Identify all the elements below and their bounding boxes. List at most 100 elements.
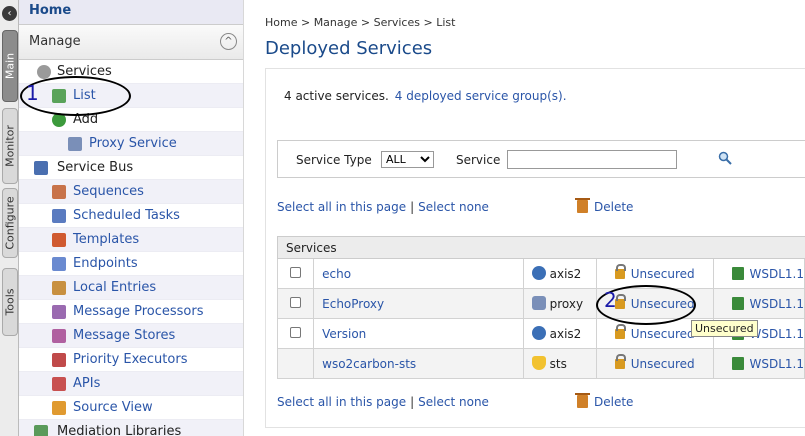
row-checkbox-cell (276, 288, 315, 319)
select-all-link[interactable]: Select all in this page (277, 200, 406, 214)
source-view-icon (52, 401, 66, 415)
sequences-icon (52, 185, 66, 199)
tab-configure[interactable]: Configure (2, 188, 18, 258)
service-type-cell: sts (522, 348, 597, 379)
vertical-tab-strip: ‹ Main Monitor Configure Tools (0, 0, 19, 436)
service-bus-icon (34, 161, 48, 175)
wsdl-link[interactable]: WSDL1.1 (712, 258, 805, 289)
wsdl-link[interactable]: WSDL1.1 (712, 288, 805, 319)
axis2-icon (531, 326, 546, 340)
menu-item-label: Endpoints (73, 256, 138, 271)
service-name-link[interactable]: EchoProxy (313, 288, 524, 319)
collapse-menu-button[interactable]: ‹ (2, 6, 17, 21)
menu-item-templates[interactable]: Templates (19, 228, 243, 252)
security-link[interactable]: Unsecured (595, 258, 714, 289)
filter-bar: Service Type ALL Service (277, 140, 805, 178)
main-content: Home > Manage > Services > List Deployed… (245, 0, 805, 436)
select-none-link[interactable]: Select none (418, 200, 489, 214)
tab-main[interactable]: Main (2, 30, 18, 102)
service-name-link[interactable]: Version (313, 318, 524, 349)
breadcrumb[interactable]: Home > Manage > Services > List (265, 16, 455, 29)
apis-icon (52, 377, 66, 391)
tab-main-label: Main (3, 52, 17, 80)
wsdl-label: WSDL1.1 (749, 356, 804, 371)
wsdl-label: WSDL1.1 (749, 266, 804, 281)
menu-item-message-stores[interactable]: Message Stores (19, 324, 243, 348)
service-label: Service (456, 153, 501, 167)
row-checkbox[interactable] (290, 326, 301, 338)
shield-icon (531, 356, 546, 370)
row-checkbox-cell (276, 318, 315, 349)
menu-item-endpoints[interactable]: Endpoints (19, 252, 243, 276)
service-search-input[interactable] (507, 150, 677, 169)
chevron-up-icon[interactable]: ^ (220, 33, 237, 50)
menu-item-label: Service Bus (57, 160, 134, 175)
menu-item-scheduled-tasks[interactable]: Scheduled Tasks (19, 204, 243, 228)
wsdl-link[interactable]: WSDL1.1 (712, 348, 805, 379)
row-checkbox[interactable] (290, 296, 301, 308)
services-table: Services echo axis2 Unsecured WSDL1.1 Ec… (276, 236, 805, 379)
menu-home-link[interactable]: Home (19, 0, 243, 24)
service-name-link[interactable]: wso2carbon-sts (313, 348, 524, 379)
bottom-actions: Select all in this page | Select none Dele… (277, 393, 633, 409)
unlock-icon (614, 263, 626, 279)
proxy-icon (531, 296, 546, 310)
menu-item-label: Scheduled Tasks (73, 208, 180, 223)
left-menu: Home Manage ^ Services List Add Proxy Se… (19, 0, 244, 436)
menu-item-label: Priority Executors (73, 352, 188, 367)
delete-button[interactable]: Delete (575, 393, 633, 409)
menu-item-label: Source View (73, 400, 153, 415)
service-groups-link[interactable]: 4 deployed service group(s). (395, 89, 567, 103)
menu-item-label: APIs (73, 376, 101, 391)
unlock-icon (614, 323, 626, 339)
security-link[interactable]: Unsecured (595, 348, 714, 379)
axis2-icon (531, 266, 546, 280)
unlock-icon (614, 353, 626, 369)
templates-icon (52, 233, 66, 247)
delete-button[interactable]: Delete (575, 198, 633, 214)
scheduled-tasks-icon (52, 209, 66, 223)
active-services-count: 4 active services. (284, 89, 389, 103)
menu-item-proxy-service[interactable]: Proxy Service (19, 132, 243, 156)
search-icon[interactable] (718, 151, 732, 165)
menu-item-label: Proxy Service (89, 136, 177, 151)
row-checkbox[interactable] (290, 266, 301, 278)
menu-section-manage[interactable]: Manage ^ (19, 24, 243, 60)
service-name-link[interactable]: echo (313, 258, 524, 289)
select-none-link[interactable]: Select none (418, 395, 489, 409)
annotation-number-2: 2 (604, 288, 617, 312)
wsdl-icon (731, 296, 744, 310)
menu-item-label: Sequences (73, 184, 144, 199)
message-stores-icon (52, 329, 66, 343)
service-type: axis2 (549, 327, 582, 341)
mediation-libraries-icon (34, 425, 48, 436)
menu-item-local-entries[interactable]: Local Entries (19, 276, 243, 300)
separator: | (410, 200, 415, 214)
trash-icon (575, 198, 590, 213)
service-type-select[interactable]: ALL (381, 151, 434, 168)
select-all-link[interactable]: Select all in this page (277, 395, 406, 409)
trash-icon (575, 393, 590, 408)
menu-item-priority-executors[interactable]: Priority Executors (19, 348, 243, 372)
row-checkbox-cell (276, 348, 315, 379)
gear-icon (37, 65, 51, 79)
service-type: sts (549, 357, 567, 371)
menu-item-source-view[interactable]: Source View (19, 396, 243, 420)
tab-tools-label: Tools (3, 288, 17, 316)
tab-monitor-label: Monitor (3, 125, 17, 167)
menu-item-apis[interactable]: APIs (19, 372, 243, 396)
separator: | (410, 395, 415, 409)
service-type-cell: proxy (522, 288, 597, 319)
menu-item-mediation-libraries[interactable]: Mediation Libraries (19, 420, 243, 436)
tab-monitor[interactable]: Monitor (2, 108, 18, 184)
menu-item-service-bus[interactable]: Service Bus (19, 156, 243, 180)
annotation-number-1: 1 (26, 81, 39, 105)
menu-item-label: Templates (73, 232, 140, 247)
service-type-label: Service Type (296, 153, 372, 167)
tab-tools[interactable]: Tools (2, 268, 18, 336)
menu-item-label: Message Processors (73, 304, 204, 319)
menu-item-message-processors[interactable]: Message Processors (19, 300, 243, 324)
table-header: Services (277, 236, 805, 259)
menu-item-sequences[interactable]: Sequences (19, 180, 243, 204)
table-row: wso2carbon-sts sts Unsecured WSDL1.1 (276, 348, 805, 379)
